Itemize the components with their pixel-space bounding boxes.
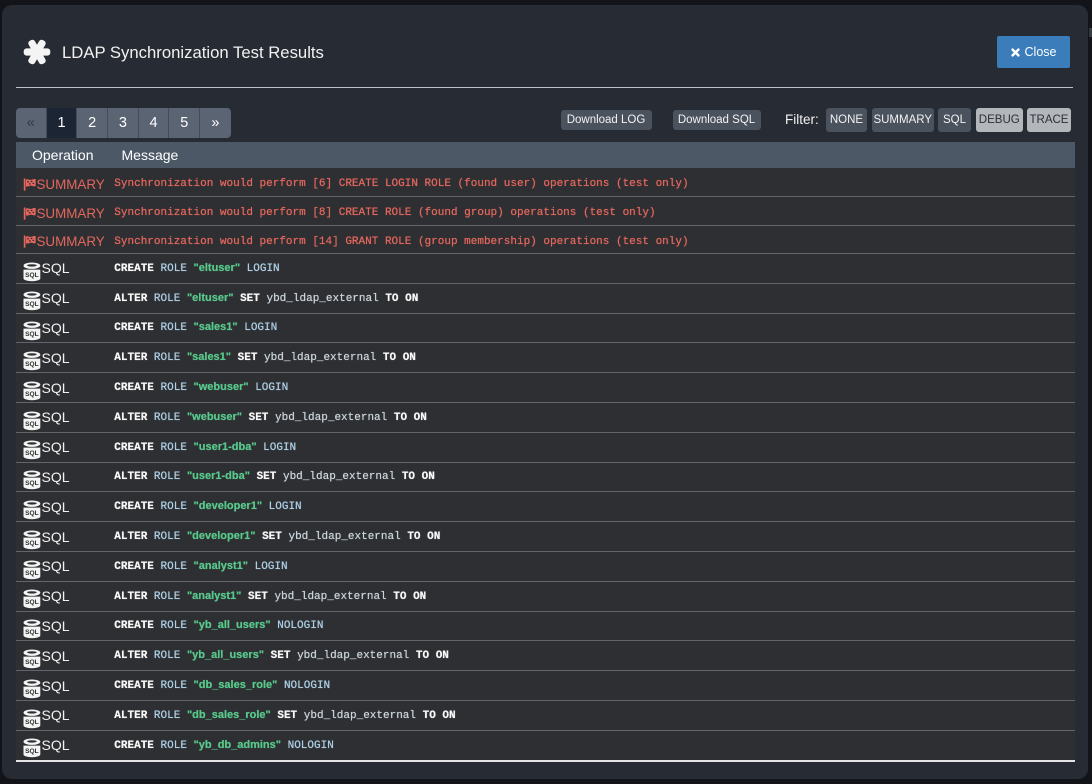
svg-text:SQL: SQL [25, 301, 39, 308]
svg-text:SQL: SQL [25, 450, 39, 457]
svg-text:SQL: SQL [25, 719, 39, 726]
svg-text:SQL: SQL [25, 480, 39, 487]
svg-text:SQL: SQL [25, 361, 39, 368]
svg-text:SQL: SQL [25, 391, 39, 398]
svg-text:SQL: SQL [25, 599, 39, 606]
svg-text:SQL: SQL [25, 570, 39, 577]
svg-text:SQL: SQL [25, 540, 39, 547]
svg-text:SQL: SQL [25, 272, 39, 279]
svg-text:SQL: SQL [25, 748, 39, 755]
svg-text:SQL: SQL [25, 689, 39, 696]
svg-text:SQL: SQL [25, 629, 39, 636]
svg-text:SQL: SQL [25, 331, 39, 338]
svg-text:SQL: SQL [25, 421, 39, 428]
svg-text:SQL: SQL [25, 659, 39, 666]
svg-text:SQL: SQL [25, 510, 39, 517]
